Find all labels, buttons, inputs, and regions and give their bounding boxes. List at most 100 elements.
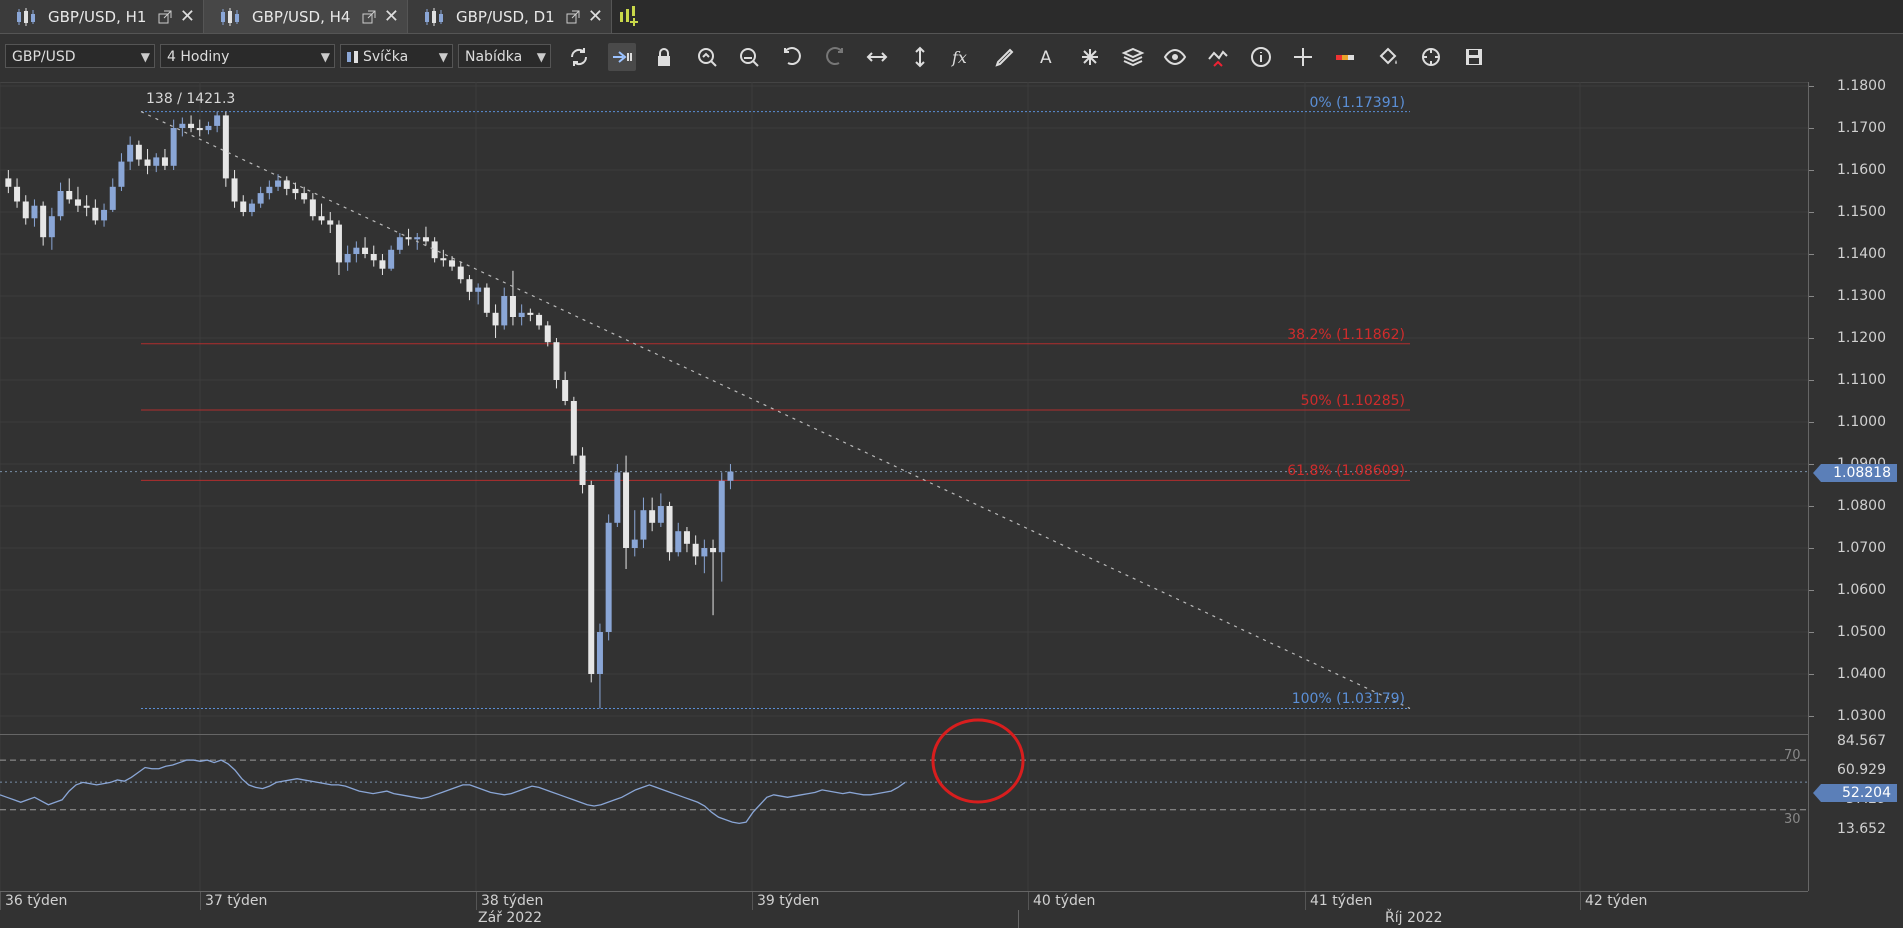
popout-icon[interactable] bbox=[362, 10, 376, 24]
close-icon[interactable]: ✕ bbox=[180, 6, 195, 27]
tab-label: GBP/USD, D1 bbox=[456, 7, 555, 26]
candle bbox=[553, 338, 560, 389]
candle bbox=[657, 493, 664, 527]
price-tick bbox=[1809, 632, 1814, 633]
candle bbox=[40, 201, 47, 246]
price-tick-label: 1.1500 bbox=[1837, 204, 1886, 220]
price-tick-label: 1.0700 bbox=[1837, 540, 1886, 556]
popout-icon[interactable] bbox=[158, 10, 172, 24]
horizontal-stretch-button[interactable] bbox=[863, 43, 891, 71]
signal-button[interactable] bbox=[1204, 43, 1232, 71]
price-tick bbox=[1809, 464, 1814, 465]
drawing-tools-button[interactable] bbox=[1076, 43, 1104, 71]
price-side-select[interactable]: Nabídka ▼ bbox=[458, 44, 551, 68]
layers-button[interactable] bbox=[1119, 43, 1147, 71]
price-axis[interactable]: 1.1800 1.1700 1.1600 1.1500 1.1400 1.1300 1.12… bbox=[1808, 78, 1903, 891]
week-label: 40 týden bbox=[1028, 892, 1095, 910]
horizontal-stretch-icon bbox=[866, 52, 888, 62]
candle bbox=[266, 180, 273, 200]
indicator-fx-icon: fx bbox=[951, 48, 967, 67]
redo-icon bbox=[825, 47, 843, 65]
candle bbox=[344, 245, 351, 271]
chevron-down-icon: ▼ bbox=[320, 50, 330, 64]
candle bbox=[188, 115, 195, 133]
candle bbox=[57, 182, 64, 221]
svg-text:fx: fx bbox=[951, 48, 967, 67]
candle-icon bbox=[347, 51, 358, 63]
week-label: 39 týden bbox=[752, 892, 819, 910]
month-separator bbox=[1018, 910, 1019, 928]
candle bbox=[614, 464, 621, 527]
paint-bucket-button[interactable] bbox=[1374, 43, 1402, 71]
symbol-select-value: GBP/USD bbox=[12, 49, 76, 65]
fib-level-label: 61.8% (1.08609) bbox=[1287, 463, 1405, 480]
close-icon[interactable]: ✕ bbox=[588, 6, 603, 27]
text-tool-button[interactable]: A bbox=[1034, 43, 1062, 71]
candle bbox=[623, 455, 630, 569]
candle bbox=[388, 245, 395, 271]
pencil-button[interactable] bbox=[991, 43, 1019, 71]
week-label: 38 týden bbox=[476, 892, 543, 910]
chart-type-select[interactable]: Svíčka ▼ bbox=[340, 44, 453, 68]
candle bbox=[179, 117, 186, 137]
candle bbox=[710, 539, 717, 616]
save-button[interactable] bbox=[1460, 43, 1488, 71]
fib-level-label: 38.2% (1.11862) bbox=[1287, 326, 1405, 343]
candle bbox=[579, 447, 586, 494]
price-tick-label: 1.1400 bbox=[1837, 246, 1886, 262]
candle bbox=[483, 283, 490, 317]
candle bbox=[14, 178, 21, 208]
candle bbox=[457, 262, 464, 284]
tab-gbpusd-h4[interactable]: GBP/USD, H4 ✕ bbox=[204, 0, 408, 33]
indicator-fx-button[interactable]: fx bbox=[948, 43, 976, 71]
redo-button[interactable] bbox=[821, 43, 849, 71]
price-tick-label: 1.0500 bbox=[1837, 624, 1886, 640]
close-icon[interactable]: ✕ bbox=[384, 6, 399, 27]
color-bar-button[interactable] bbox=[1332, 43, 1360, 71]
cycle-button[interactable] bbox=[1417, 43, 1445, 71]
text-tool-icon: A bbox=[1040, 48, 1052, 68]
candle bbox=[353, 241, 360, 263]
crosshair-button[interactable] bbox=[1289, 43, 1317, 71]
lock-button[interactable] bbox=[650, 43, 678, 71]
popout-icon[interactable] bbox=[566, 10, 580, 24]
candle bbox=[701, 539, 708, 574]
undo-button[interactable] bbox=[778, 43, 806, 71]
candle bbox=[718, 472, 725, 582]
save-icon bbox=[1465, 49, 1482, 65]
tab-bar: GBP/USD, H1 ✕ GBP/USD, H4 ✕ GBP/USD, D1 … bbox=[0, 0, 1903, 34]
rsi-current-badge: 52.204 bbox=[1813, 784, 1897, 802]
auto-scroll-button[interactable] bbox=[607, 43, 636, 71]
eye-button[interactable] bbox=[1161, 43, 1189, 71]
price-tick-label: 1.0300 bbox=[1837, 708, 1886, 724]
candle bbox=[631, 510, 638, 557]
week-label: 41 týden bbox=[1305, 892, 1372, 910]
month-label: Zář 2022 bbox=[478, 910, 543, 926]
fib-level-label: 0% (1.17391) bbox=[1309, 94, 1405, 111]
chevron-down-icon: ▼ bbox=[536, 50, 546, 64]
timeframe-select[interactable]: 4 Hodiny ▼ bbox=[160, 44, 335, 68]
candle bbox=[675, 522, 682, 557]
chevron-down-icon: ▼ bbox=[438, 50, 448, 64]
drawing-tools-icon bbox=[1082, 49, 1099, 65]
rsi-panel[interactable] bbox=[0, 734, 1808, 892]
tab-gbpusd-d1[interactable]: GBP/USD, D1 ✕ bbox=[408, 0, 612, 33]
rsi-tick-label: 84.567 bbox=[1837, 733, 1886, 749]
candle bbox=[127, 136, 134, 170]
vertical-stretch-button[interactable] bbox=[906, 43, 934, 71]
time-axis[interactable]: 36 týden 37 týden 38 týden 39 týden 40 týden… bbox=[0, 891, 1808, 928]
add-chart-tab-icon[interactable] bbox=[616, 4, 642, 28]
price-tick bbox=[1809, 254, 1814, 255]
price-chart[interactable] bbox=[0, 82, 1808, 734]
symbol-select[interactable]: GBP/USD ▼ bbox=[5, 44, 155, 68]
candle bbox=[588, 480, 595, 683]
week-label: 42 týden bbox=[1580, 892, 1647, 910]
tab-gbpusd-h1[interactable]: GBP/USD, H1 ✕ bbox=[0, 0, 204, 33]
info-button[interactable] bbox=[1247, 43, 1275, 71]
candle bbox=[379, 254, 386, 275]
candle bbox=[196, 119, 203, 137]
refresh-button[interactable] bbox=[565, 43, 593, 71]
zoom-in-button[interactable] bbox=[693, 43, 721, 71]
week-label: 36 týden bbox=[0, 892, 67, 910]
zoom-out-button[interactable] bbox=[735, 43, 763, 71]
